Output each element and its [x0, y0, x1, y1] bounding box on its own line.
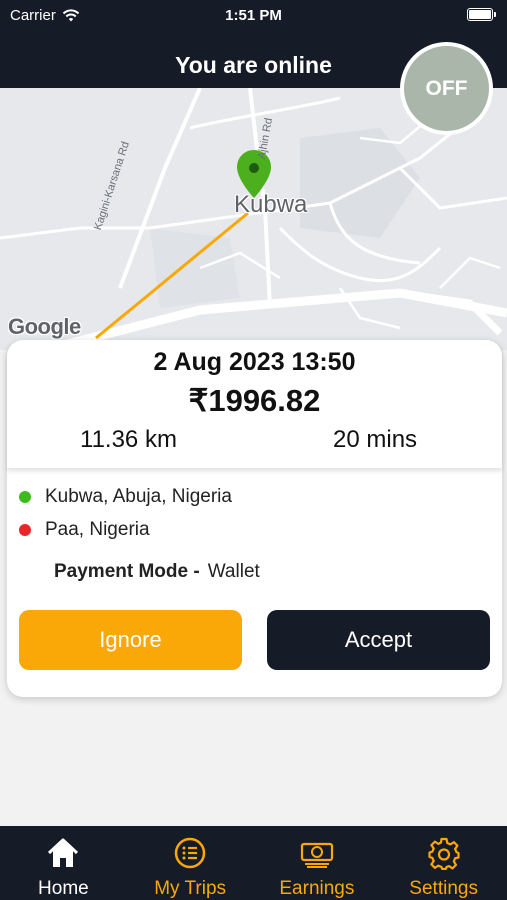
payment-mode-value: Wallet	[207, 561, 260, 582]
nav-label-settings: Settings	[409, 878, 478, 899]
map-place-label: Kubwa	[234, 191, 308, 218]
dropoff-address: Paa, Nigeria	[45, 519, 150, 540]
money-icon	[300, 842, 333, 868]
status-time: 1:51 PM	[225, 7, 282, 24]
nav-item-my-trips[interactable]: My Trips	[127, 826, 254, 900]
nav-label-my-trips: My Trips	[154, 878, 227, 899]
google-logo: Google	[8, 314, 81, 339]
nav-item-home[interactable]: Home	[0, 826, 127, 900]
gear-icon	[428, 837, 460, 870]
ride-summary: 2 Aug 2023 13:50 ₹1996.82 11.36 km 20 mi…	[7, 340, 502, 468]
nav-item-earnings[interactable]: Earnings	[254, 826, 381, 900]
nav-item-settings[interactable]: Settings	[380, 826, 507, 900]
ride-date-time: 2 Aug 2023 13:50	[153, 348, 356, 376]
pickup-location: Kubwa, Abuja, Nigeria	[19, 486, 232, 508]
bottom-navigation: Home My Trips Earnings Settings	[0, 826, 507, 900]
nav-label-earnings: Earnings	[279, 878, 355, 899]
list-icon	[174, 837, 206, 869]
ride-duration: 20 mins	[333, 426, 418, 453]
ride-fare: ₹1996.82	[188, 383, 321, 418]
battery-icon	[467, 8, 496, 21]
payment-mode: Payment Mode - Wallet	[54, 561, 260, 583]
pickup-address: Kubwa, Abuja, Nigeria	[45, 486, 232, 507]
accept-button[interactable]: Accept	[267, 610, 490, 670]
payment-mode-label: Payment Mode -	[54, 561, 200, 582]
online-off-toggle-button[interactable]: OFF	[400, 42, 493, 135]
nav-label-home: Home	[38, 878, 89, 899]
pickup-dot-icon	[19, 491, 31, 503]
ride-distance: 11.36 km	[80, 426, 177, 453]
ignore-button[interactable]: Ignore	[19, 610, 242, 670]
home-icon	[48, 838, 79, 867]
dropoff-location: Paa, Nigeria	[19, 519, 150, 541]
dropoff-dot-icon	[19, 524, 31, 536]
status-bar: Carrier 1:51 PM	[0, 5, 507, 27]
ride-request-card: 2 Aug 2023 13:50 ₹1996.82 11.36 km 20 mi…	[7, 340, 502, 697]
